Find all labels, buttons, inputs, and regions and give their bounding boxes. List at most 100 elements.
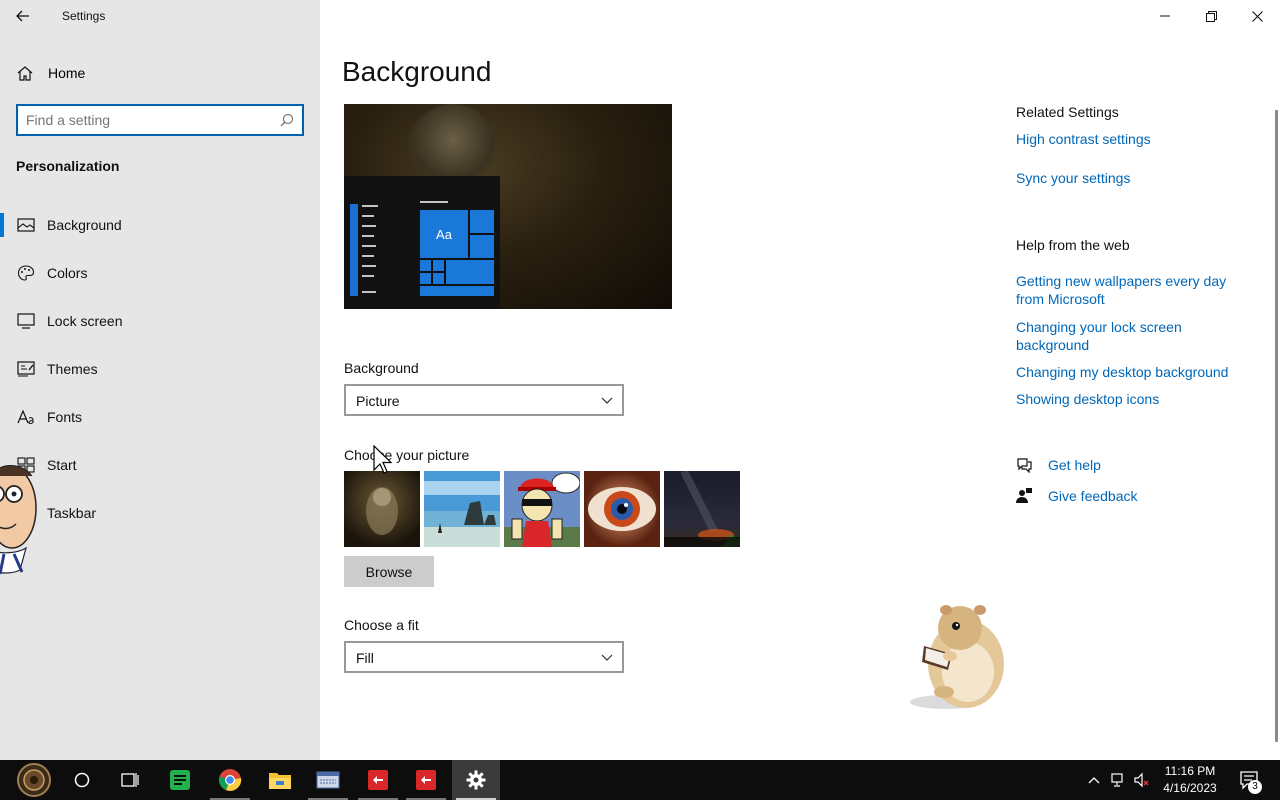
get-help-label: Get help: [1048, 457, 1101, 473]
chevron-down-icon: [601, 654, 613, 661]
choose-picture-label: Choose your picture: [344, 447, 470, 463]
task-view-button[interactable]: [106, 760, 154, 800]
minimize-icon: [1160, 15, 1170, 17]
sidebar-item-colors[interactable]: Colors: [0, 255, 320, 291]
thumbnail-image: [504, 471, 580, 547]
taskbar-app-notes[interactable]: [156, 760, 204, 800]
background-preview: Aa: [344, 104, 672, 309]
custom-start-orb-icon: [17, 763, 51, 797]
thumbnail-image: [664, 471, 740, 547]
restore-button[interactable]: [1188, 0, 1234, 32]
start-button[interactable]: [10, 760, 58, 800]
network-icon[interactable]: [1110, 772, 1126, 788]
sidebar-item-label: Start: [47, 457, 77, 473]
section-heading: Personalization: [16, 158, 120, 174]
restore-icon: [1205, 10, 1217, 22]
minimize-button[interactable]: [1142, 0, 1188, 32]
cartoon-face-overlay: [0, 465, 37, 575]
related-settings-heading: Related Settings: [1016, 104, 1119, 120]
fit-dropdown[interactable]: Fill: [344, 641, 624, 673]
mouse-pointer-icon: [373, 445, 393, 474]
volume-muted-icon[interactable]: [1134, 772, 1150, 788]
sidebar-item-label: Colors: [47, 265, 88, 281]
preview-tile-text: Aa: [436, 227, 453, 242]
close-button[interactable]: [1234, 0, 1280, 32]
picture-icon: [17, 218, 35, 232]
red-remote-app-icon: [416, 770, 436, 790]
feedback-person-icon: [1016, 488, 1032, 503]
sidebar-item-lock-screen[interactable]: Lock screen: [0, 303, 320, 339]
system-clock[interactable]: 11:16 PM 4/16/2023: [1154, 763, 1226, 797]
desktop-background-link[interactable]: Changing my desktop background: [1016, 363, 1256, 381]
hamster-overlay: [910, 605, 1004, 709]
show-hidden-icons-chevron-up-icon[interactable]: [1086, 772, 1102, 788]
scrollbar[interactable]: [1275, 110, 1278, 742]
taskbar-app-file-explorer[interactable]: [256, 760, 304, 800]
fonts-icon: [17, 409, 34, 425]
title-bar: Settings: [0, 0, 320, 32]
thumbnail-image: [424, 471, 500, 547]
sidebar-item-background[interactable]: Background: [0, 207, 320, 243]
sidebar-item-label: Lock screen: [47, 313, 123, 329]
wallpapers-link[interactable]: Getting new wallpapers every day from Mi…: [1016, 272, 1246, 308]
background-dropdown-value: Picture: [356, 393, 400, 409]
sync-settings-link[interactable]: Sync your settings: [1016, 169, 1246, 187]
red-remote-app-icon: [368, 770, 388, 790]
background-dropdown[interactable]: Picture: [344, 384, 624, 416]
help-web-heading: Help from the web: [1016, 237, 1130, 253]
sidebar: Settings Home Personalization Background…: [0, 0, 320, 760]
back-button[interactable]: [8, 2, 38, 30]
search-input[interactable]: [26, 111, 276, 129]
cortana-circle-icon: [74, 772, 90, 788]
eye-closeup-thumbnail[interactable]: [584, 471, 660, 547]
palette-icon: [17, 265, 35, 281]
fit-dropdown-value: Fill: [356, 650, 374, 666]
background-label: Background: [344, 360, 419, 376]
desktop-icons-link[interactable]: Showing desktop icons: [1016, 390, 1246, 408]
beach-rock-thumbnail[interactable]: [424, 471, 500, 547]
taskbar-app-settings[interactable]: [452, 760, 500, 800]
home-label: Home: [48, 65, 86, 81]
taskbar-app-chrome[interactable]: [206, 760, 254, 800]
keyboard-app-icon: [316, 771, 340, 789]
clock-date: 4/16/2023: [1163, 781, 1217, 795]
search-icon[interactable]: [280, 113, 294, 127]
preview-start-list: [350, 204, 378, 296]
action-center-button[interactable]: 3: [1232, 760, 1280, 800]
ghost-creature-thumbnail[interactable]: [344, 471, 420, 547]
sidebar-item-fonts[interactable]: Fonts: [0, 399, 320, 435]
active-indicator: [0, 213, 4, 237]
preview-line: [420, 201, 448, 203]
night-sky-thumbnail[interactable]: [664, 471, 740, 547]
notification-count-badge: 3: [1248, 780, 1262, 794]
thumbnail-image: [584, 471, 660, 547]
search-box[interactable]: [16, 104, 304, 136]
lock-screen-background-link[interactable]: Changing your lock screen background: [1016, 318, 1246, 354]
chevron-down-icon: [601, 397, 613, 404]
high-contrast-link[interactable]: High contrast settings: [1016, 130, 1246, 148]
search-button[interactable]: [58, 760, 106, 800]
taskbar-app-keyboard[interactable]: [304, 760, 352, 800]
preview-tiles: Aa: [420, 210, 494, 296]
give-feedback-label: Give feedback: [1048, 488, 1138, 504]
taskbar: 11:16 PM 4/16/2023 3: [0, 760, 1280, 800]
sidebar-item-themes[interactable]: Themes: [0, 351, 320, 387]
green-notes-icon: [170, 770, 190, 790]
cartoon-character-thumbnail[interactable]: [504, 471, 580, 547]
task-view-icon: [121, 773, 139, 787]
clock-time: 11:16 PM: [1164, 764, 1216, 778]
browse-button[interactable]: Browse: [344, 556, 434, 587]
sidebar-item-label: Fonts: [47, 409, 83, 425]
home-icon: [17, 66, 33, 81]
sidebar-item-taskbar[interactable]: Taskbar: [0, 495, 320, 531]
taskbar-app-remote-1[interactable]: [354, 760, 402, 800]
sidebar-item-label: Background: [47, 217, 122, 233]
back-arrow-icon: [16, 10, 29, 22]
taskbar-app-remote-2[interactable]: [402, 760, 450, 800]
close-icon: [1251, 10, 1263, 22]
chrome-icon: [219, 769, 242, 791]
sidebar-item-label: Taskbar: [47, 505, 97, 521]
sidebar-item-start[interactable]: Start: [0, 447, 320, 483]
themes-icon: [17, 361, 35, 377]
home-nav-item[interactable]: Home: [0, 58, 320, 88]
